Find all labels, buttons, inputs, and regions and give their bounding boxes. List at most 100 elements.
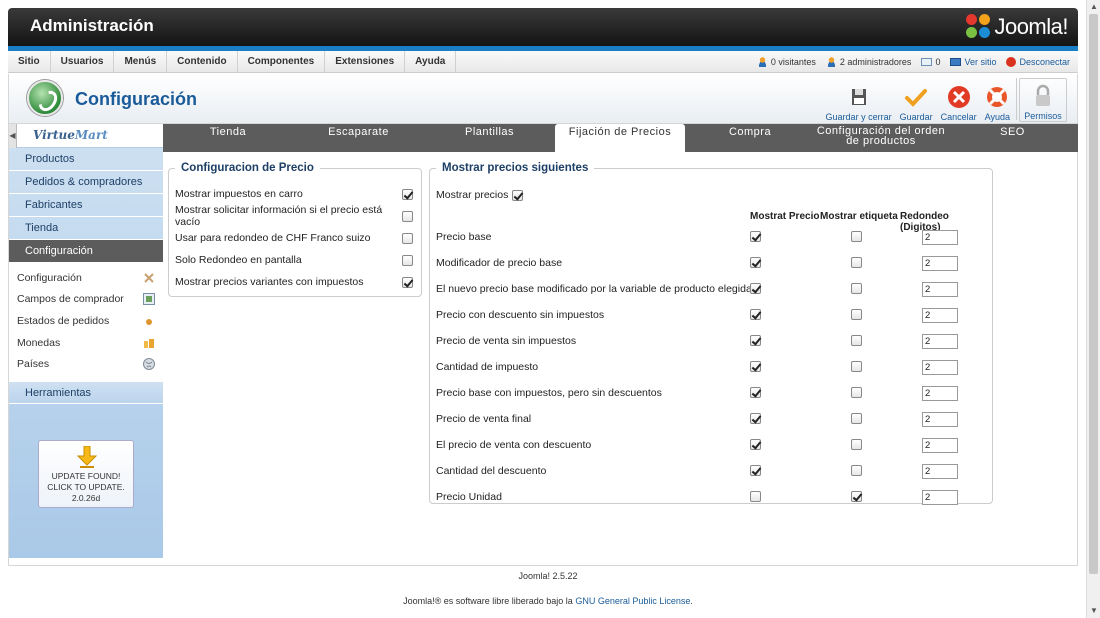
discount-amount-label-checkbox[interactable] xyxy=(851,465,862,476)
variant-base-label-checkbox[interactable] xyxy=(851,283,862,294)
messages-count: 0 xyxy=(935,57,941,67)
base-price-rounding-input[interactable]: 2 xyxy=(922,230,958,245)
submenu-item-monedas[interactable]: Monedas xyxy=(9,332,163,354)
save-close-label: Guardar y cerrar xyxy=(825,112,892,122)
discount-amount-show-checkbox[interactable] xyxy=(750,465,761,476)
update-version-text: 2.0.26d xyxy=(71,493,101,503)
sale-no-tax-show-checkbox[interactable] xyxy=(750,335,761,346)
sale-no-tax-rounding-input[interactable]: 2 xyxy=(922,334,958,349)
tab-orden-productos[interactable]: Configuración del orden de productos xyxy=(815,124,947,152)
show-tax-cart-checkbox[interactable] xyxy=(402,188,413,200)
base-price-label-checkbox[interactable] xyxy=(851,231,862,242)
sidebar-item-pedidos[interactable]: Pedidos & compradores xyxy=(9,171,163,194)
joomla-logo[interactable]: Joomla! xyxy=(966,12,1068,42)
submenu-item-paises[interactable]: Países xyxy=(9,353,163,375)
sidebar-item-fabricantes[interactable]: Fabricantes xyxy=(9,194,163,217)
page-scrollbar[interactable]: ▲ ▼ xyxy=(1086,0,1100,618)
save-close-button[interactable]: Guardar y cerrar xyxy=(822,78,896,122)
update-notice-button[interactable]: UPDATE FOUND! CLICK TO UPDATE. 2.0.26d xyxy=(38,440,134,508)
save-button[interactable]: Guardar xyxy=(896,78,937,122)
final-sale-label-checkbox[interactable] xyxy=(851,413,862,424)
discounted-sale-rounding-input[interactable]: 2 xyxy=(922,438,958,453)
submenu-item-estados-pedidos[interactable]: Estados de pedidos xyxy=(9,310,163,332)
discounted-no-tax-label-checkbox[interactable] xyxy=(851,309,862,320)
logout-link[interactable]: Desconectar xyxy=(1006,57,1070,67)
sidebar: ◀ VirtueMart Productos Pedidos & comprad… xyxy=(9,124,163,558)
variant-base-show-checkbox[interactable] xyxy=(750,283,761,294)
option-label: Solo Redondeo en pantalla xyxy=(175,254,302,266)
gpl-link[interactable]: GNU General Public License xyxy=(575,596,690,606)
show-prices-checkbox[interactable] xyxy=(512,189,524,201)
menu-item-ayuda[interactable]: Ayuda xyxy=(405,51,457,73)
click-to-update-text: CLICK TO UPDATE. xyxy=(47,482,125,492)
tab-plantillas[interactable]: Plantillas xyxy=(424,124,555,152)
sidebar-item-configuracion[interactable]: Configuración xyxy=(9,240,163,263)
cancel-button[interactable]: Cancelar xyxy=(937,78,981,122)
menu-item-extensiones[interactable]: Extensiones xyxy=(325,51,406,73)
tax-amount-rounding-input[interactable]: 2 xyxy=(922,360,958,375)
discounted-no-tax-show-checkbox[interactable] xyxy=(750,309,761,320)
tab-content: Configuracion de Precio Mostrar impuesto… xyxy=(163,152,1078,558)
tab-escaparate[interactable]: Escaparate xyxy=(293,124,424,152)
view-site-link[interactable]: Ver sitio xyxy=(950,57,996,67)
final-sale-rounding-input[interactable]: 2 xyxy=(922,412,958,427)
collapse-sidebar-arrow-icon[interactable]: ◀ xyxy=(9,124,17,148)
price-row-label: Precio con descuento sin impuestos xyxy=(436,309,605,321)
unit-price-rounding-input[interactable]: 2 xyxy=(922,490,958,505)
base-modifier-show-checkbox[interactable] xyxy=(750,257,761,268)
tools-icon xyxy=(143,272,155,284)
menu-item-contenido[interactable]: Contenido xyxy=(167,51,238,73)
permissions-button[interactable]: Permisos xyxy=(1019,78,1067,122)
price-config-fieldset: Configuracion de Precio Mostrar impuesto… xyxy=(168,162,422,297)
scroll-down-arrow-icon[interactable]: ▼ xyxy=(1087,604,1100,618)
save-label: Guardar xyxy=(899,112,933,122)
messages-status[interactable]: 0 xyxy=(921,57,940,67)
sale-no-tax-label-checkbox[interactable] xyxy=(851,335,862,346)
help-button[interactable]: Ayuda xyxy=(981,78,1014,122)
submenu-label: Campos de comprador xyxy=(17,293,124,306)
sidebar-item-tienda[interactable]: Tienda xyxy=(9,217,163,240)
tab-compra[interactable]: Compra xyxy=(685,124,815,152)
base-modifier-label-checkbox[interactable] xyxy=(851,257,862,268)
menu-item-componentes[interactable]: Componentes xyxy=(238,51,326,73)
unit-price-show-checkbox[interactable] xyxy=(750,491,761,502)
discounted-no-tax-rounding-input[interactable]: 2 xyxy=(922,308,958,323)
col-header-show-label: Mostrar etiqueta xyxy=(820,211,898,222)
final-sale-show-checkbox[interactable] xyxy=(750,413,761,424)
unit-price-label-checkbox[interactable] xyxy=(851,491,862,502)
submenu-item-configuracion[interactable]: Configuración xyxy=(9,267,163,289)
menu-item-sitio[interactable]: Sitio xyxy=(8,51,51,73)
discount-amount-rounding-input[interactable]: 2 xyxy=(922,464,958,479)
tab-tienda[interactable]: Tienda xyxy=(163,124,293,152)
price-row-label: El precio de venta con descuento xyxy=(436,439,592,451)
base-with-tax-show-checkbox[interactable] xyxy=(750,387,761,398)
tab-fijacion-precios[interactable]: Fijación de Precios xyxy=(555,124,685,152)
ask-price-empty-checkbox[interactable] xyxy=(402,210,413,222)
tab-seo[interactable]: SEO xyxy=(947,124,1078,152)
submenu-item-campos-comprador[interactable]: Campos de comprador xyxy=(9,289,163,311)
round-display-only-checkbox[interactable] xyxy=(402,254,413,266)
tax-amount-show-checkbox[interactable] xyxy=(750,361,761,372)
joomla-logo-text: Joomla! xyxy=(994,14,1068,39)
discounted-sale-label-checkbox[interactable] xyxy=(851,439,862,450)
chf-rounding-checkbox[interactable] xyxy=(402,232,413,244)
show-prices-fieldset: Mostrar precios siguientes Mostrar preci… xyxy=(429,162,993,505)
base-price-show-checkbox[interactable] xyxy=(750,231,761,242)
admins-status: 2 administradores xyxy=(825,57,911,67)
sidebar-item-productos[interactable]: Productos xyxy=(9,148,163,171)
menu-item-usuarios[interactable]: Usuarios xyxy=(51,51,115,73)
base-with-tax-label-checkbox[interactable] xyxy=(851,387,862,398)
variant-prices-tax-checkbox[interactable] xyxy=(402,276,413,288)
col-header-show-price: Mostrat Precio xyxy=(750,211,820,222)
variant-base-rounding-input[interactable]: 2 xyxy=(922,282,958,297)
tax-amount-label-checkbox[interactable] xyxy=(851,361,862,372)
scroll-up-arrow-icon[interactable]: ▲ xyxy=(1087,0,1100,14)
scrollbar-thumb[interactable] xyxy=(1089,14,1098,574)
option-row: Solo Redondeo en pantalla xyxy=(175,253,413,267)
sidebar-item-herramientas[interactable]: Herramientas xyxy=(9,380,163,404)
base-with-tax-rounding-input[interactable]: 2 xyxy=(922,386,958,401)
base-modifier-rounding-input[interactable]: 2 xyxy=(922,256,958,271)
menu-item-menus[interactable]: Menús xyxy=(114,51,168,73)
virtuemart-logo-text: VirtueMart xyxy=(33,128,108,142)
discounted-sale-show-checkbox[interactable] xyxy=(750,439,761,450)
